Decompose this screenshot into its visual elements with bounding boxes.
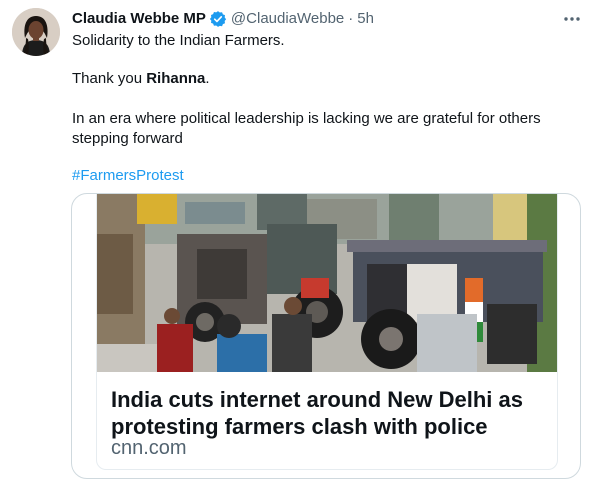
hashtag-link[interactable]: #FarmersProtest xyxy=(72,166,572,186)
tweet-header: Claudia Webbe MP @ClaudiaWebbe · 5h xyxy=(72,9,374,29)
more-options-icon[interactable] xyxy=(562,10,582,28)
link-card-content[interactable]: India cuts internet around New Delhi as … xyxy=(96,194,558,470)
separator-dot: · xyxy=(348,10,354,27)
card-headline[interactable]: India cuts internet around New Delhi as … xyxy=(111,386,551,440)
tweet: Claudia Webbe MP @ClaudiaWebbe · 5h Soli… xyxy=(0,0,595,487)
verified-badge-icon xyxy=(209,10,227,28)
tweet-text-line: stepping forward xyxy=(72,130,183,147)
card-image[interactable] xyxy=(97,194,557,372)
card-domain[interactable]: cnn.com xyxy=(111,436,187,460)
timestamp[interactable]: 5h xyxy=(357,9,374,29)
tweet-text-line: Solidarity to the Indian Farmers. xyxy=(72,32,285,49)
avatar[interactable] xyxy=(12,8,60,56)
tweet-text-line: Thank you Rihanna. xyxy=(72,69,572,89)
author-handle[interactable]: @ClaudiaWebbe xyxy=(231,9,344,29)
hashtag-text[interactable]: #FarmersProtest xyxy=(72,167,184,184)
mention-bold: Rihanna xyxy=(146,70,206,87)
tweet-text-line: In an era where political leadership is … xyxy=(72,110,541,127)
link-card[interactable]: India cuts internet around New Delhi as … xyxy=(71,193,581,479)
author-name[interactable]: Claudia Webbe MP xyxy=(72,9,206,29)
text-suffix: . xyxy=(205,70,210,87)
text-prefix: Thank you xyxy=(72,70,147,87)
